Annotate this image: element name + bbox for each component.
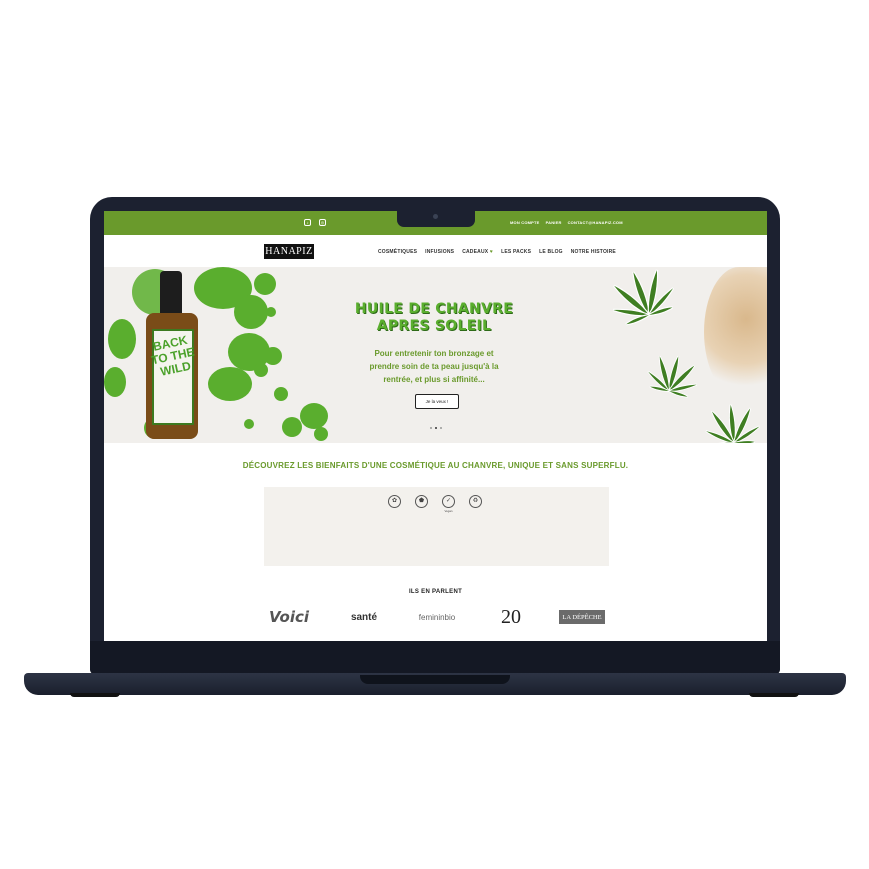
laptop-screen: ♪ ◎ MON COMPTE PANIER CONTACT@HANAPIZ.CO… xyxy=(104,211,767,641)
account-link[interactable]: MON COMPTE xyxy=(510,220,540,225)
badge-vegan: ✓ Vegan xyxy=(440,495,457,513)
nav-item-packs[interactable]: LES PACKS xyxy=(501,249,531,255)
slider-dot[interactable] xyxy=(440,427,442,429)
press-title: ILS EN PARLENT xyxy=(408,589,463,595)
press-logo-sante[interactable]: santé xyxy=(341,605,387,629)
info-box: ✿ ⬟ ✓ Vegan ♻ xyxy=(264,487,609,566)
laptop-foot-left xyxy=(70,693,120,697)
site-header: HANAPIZ COSMÉTIQUES INFUSIONS CADEAUX ♥ … xyxy=(104,235,767,269)
vegan-icon: ✓ xyxy=(442,495,455,508)
france-map-icon: ⬟ xyxy=(415,495,428,508)
laptop-hinge xyxy=(360,675,510,684)
press-logo-voici[interactable]: Voici xyxy=(269,605,309,629)
top-links: MON COMPTE PANIER CONTACT@HANAPIZ.COM xyxy=(510,220,623,225)
badge-recycle: ♻ xyxy=(467,495,484,513)
hero-cta-button[interactable]: Je la veux ! xyxy=(415,394,459,409)
cosmos-organic-icon: ✿ xyxy=(388,495,401,508)
stage: ♪ ◎ MON COMPTE PANIER CONTACT@HANAPIZ.CO… xyxy=(0,0,869,869)
hemp-leaves-image xyxy=(601,267,763,443)
nav-item-cosmetiques[interactable]: COSMÉTIQUES xyxy=(378,249,417,255)
badge-cosmos: ✿ xyxy=(386,495,403,513)
contact-email-link[interactable]: CONTACT@HANAPIZ.COM xyxy=(568,220,623,225)
slider-dot[interactable] xyxy=(435,427,437,429)
hero-title: HUILE DE CHANVRE APRES SOLEIL xyxy=(354,301,514,334)
slider-dot[interactable] xyxy=(430,427,432,429)
nav-item-infusions[interactable]: INFUSIONS xyxy=(425,249,454,255)
tiktok-icon[interactable]: ♪ xyxy=(304,219,311,226)
intro-title: DÉCOUVREZ LES BIENFAITS D'UNE COSMÉTIQUE… xyxy=(242,461,629,470)
site-logo[interactable]: HANAPIZ xyxy=(264,244,314,259)
slider-dots xyxy=(430,427,442,429)
hero-banner: BACK TO THE WILD HUILE DE CHANVRE APRES … xyxy=(104,267,767,443)
press-logo-femininbio[interactable]: femininbio xyxy=(412,605,462,629)
nav-item-cadeaux-label: CADEAUX xyxy=(462,249,489,255)
laptop-foot-right xyxy=(749,693,799,697)
recycle-icon: ♻ xyxy=(469,495,482,508)
social-links: ♪ ◎ xyxy=(304,219,326,226)
cart-link[interactable]: PANIER xyxy=(546,220,562,225)
nav-item-cadeaux[interactable]: CADEAUX ♥ xyxy=(462,249,493,255)
heart-icon: ♥ xyxy=(489,249,494,255)
hero-subtitle: Pour entretenir ton bronzage et prendre … xyxy=(369,349,499,384)
badges-row: ✿ ⬟ ✓ Vegan ♻ xyxy=(386,495,484,513)
press-logo-la-depeche[interactable]: LA DÉPÊCHE xyxy=(559,610,605,624)
badge-france: ⬟ xyxy=(413,495,430,513)
laptop-chin xyxy=(90,641,780,675)
press-logo-20-minutes[interactable]: 20 xyxy=(491,605,531,629)
nav-item-histoire[interactable]: NOTRE HISTOIRE xyxy=(571,249,616,255)
product-bottle-image: BACK TO THE WILD xyxy=(144,271,200,439)
main-nav: COSMÉTIQUES INFUSIONS CADEAUX ♥ LES PACK… xyxy=(378,249,616,255)
nav-item-blog[interactable]: LE BLOG xyxy=(539,249,563,255)
instagram-icon[interactable]: ◎ xyxy=(319,219,326,226)
camera-icon xyxy=(433,214,438,219)
